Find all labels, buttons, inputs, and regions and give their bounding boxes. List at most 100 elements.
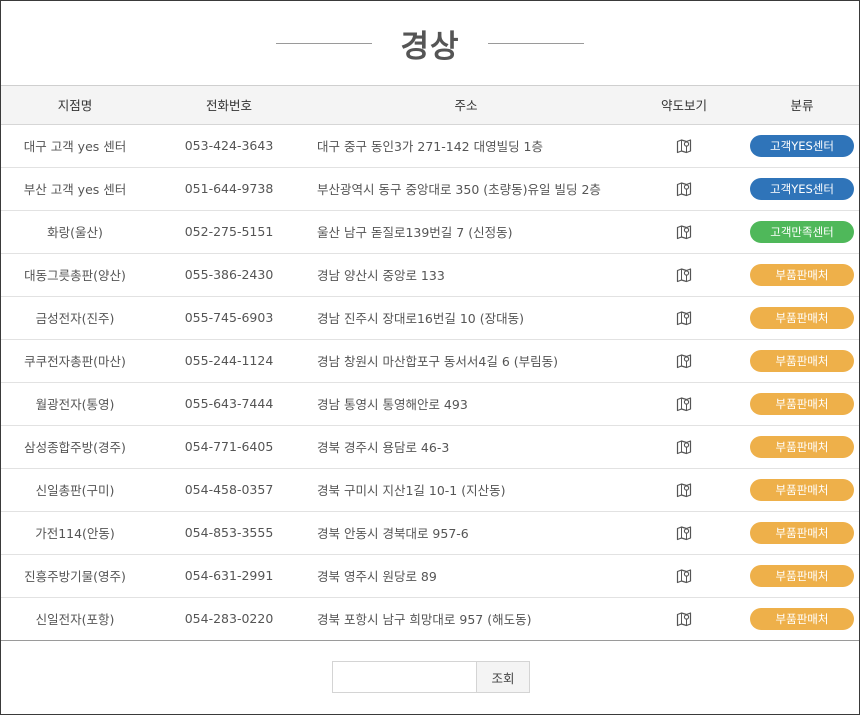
map-icon[interactable] <box>676 439 692 455</box>
table-row: 신일총판(구미) 054-458-0357 경북 구미시 지산1길 10-1 (… <box>1 468 859 512</box>
branch-address: 경북 포항시 남구 희망대로 957 (해도동) <box>309 597 623 641</box>
branch-address: 경북 경주시 용담로 46-3 <box>309 425 623 469</box>
branch-name: 부산 고객 yes 센터 <box>1 167 149 211</box>
page-frame: 경상 지점명 전화번호 주소 약도보기 분류 대구 고객 yes 센터 053-… <box>0 0 860 715</box>
column-header-map: 약도보기 <box>623 86 745 125</box>
page-header: 경상 <box>1 1 859 86</box>
category-badge: 부품판매처 <box>750 521 854 544</box>
category-cell: 부품판매처 <box>745 425 859 469</box>
category-badge: 부품판매처 <box>750 306 854 329</box>
branch-phone: 053-424-3643 <box>149 124 309 168</box>
branch-phone: 051-644-9738 <box>149 167 309 211</box>
column-header-category: 분류 <box>745 86 859 125</box>
category-cell: 부품판매처 <box>745 597 859 641</box>
category-badge: 고객YES센터 <box>750 134 854 157</box>
map-icon[interactable] <box>676 181 692 197</box>
branch-address: 경북 영주시 원당로 89 <box>309 554 623 598</box>
branch-address: 경남 양산시 중앙로 133 <box>309 253 623 297</box>
category-cell: 부품판매처 <box>745 468 859 512</box>
map-icon[interactable] <box>676 482 692 498</box>
title-divider-right <box>487 42 584 44</box>
map-icon[interactable] <box>676 396 692 412</box>
table-row: 대구 고객 yes 센터 053-424-3643 대구 중구 동인3가 271… <box>1 124 859 168</box>
title-divider-left <box>276 42 373 44</box>
map-cell <box>623 167 745 211</box>
branch-name: 화랑(울산) <box>1 210 149 254</box>
branch-phone: 054-283-0220 <box>149 597 309 641</box>
map-cell <box>623 425 745 469</box>
branch-phone: 055-745-6903 <box>149 296 309 340</box>
branch-address: 경북 안동시 경북대로 957-6 <box>309 511 623 555</box>
map-icon[interactable] <box>676 138 692 154</box>
branch-name: 신일전자(포항) <box>1 597 149 641</box>
branch-name: 대동그릇총판(양산) <box>1 253 149 297</box>
map-icon[interactable] <box>676 611 692 627</box>
map-cell <box>623 253 745 297</box>
branch-address: 대구 중구 동인3가 271-142 대영빌딩 1층 <box>309 124 623 168</box>
branch-name: 삼성종합주방(경주) <box>1 425 149 469</box>
column-header-phone: 전화번호 <box>149 86 309 125</box>
table-row: 쿠쿠전자총판(마산) 055-244-1124 경남 창원시 마산합포구 동서서… <box>1 339 859 383</box>
column-header-address: 주소 <box>309 86 623 125</box>
map-icon[interactable] <box>676 267 692 283</box>
branch-address: 부산광역시 동구 중앙대로 350 (초량동)유일 빌딩 2층 <box>309 167 623 211</box>
table-row: 월광전자(통영) 055-643-7444 경남 통영시 통영해안로 493 부… <box>1 382 859 426</box>
map-icon[interactable] <box>676 568 692 584</box>
category-cell: 부품판매처 <box>745 554 859 598</box>
branch-name: 쿠쿠전자총판(마산) <box>1 339 149 383</box>
search-button[interactable]: 조회 <box>476 661 530 693</box>
table-body: 대구 고객 yes 센터 053-424-3643 대구 중구 동인3가 271… <box>1 124 859 641</box>
map-icon[interactable] <box>676 353 692 369</box>
branch-table: 지점명 전화번호 주소 약도보기 분류 대구 고객 yes 센터 053-424… <box>1 86 859 641</box>
search-input[interactable] <box>332 661 476 693</box>
category-cell: 부품판매처 <box>745 253 859 297</box>
branch-name: 월광전자(통영) <box>1 382 149 426</box>
map-cell <box>623 597 745 641</box>
category-badge: 부품판매처 <box>750 435 854 458</box>
table-row: 대동그릇총판(양산) 055-386-2430 경남 양산시 중앙로 133 부… <box>1 253 859 297</box>
category-badge: 고객만족센터 <box>750 220 854 243</box>
table-row: 신일전자(포항) 054-283-0220 경북 포항시 남구 희망대로 957… <box>1 597 859 641</box>
map-icon[interactable] <box>676 310 692 326</box>
category-cell: 고객YES센터 <box>745 124 859 168</box>
branch-phone: 054-771-6405 <box>149 425 309 469</box>
table-row: 금성전자(진주) 055-745-6903 경남 진주시 장대로16번길 10 … <box>1 296 859 340</box>
map-cell <box>623 468 745 512</box>
category-cell: 고객만족센터 <box>745 210 859 254</box>
branch-phone: 054-853-3555 <box>149 511 309 555</box>
branch-address: 경남 창원시 마산합포구 동서서4길 6 (부림동) <box>309 339 623 383</box>
category-cell: 부품판매처 <box>745 339 859 383</box>
category-badge: 부품판매처 <box>750 263 854 286</box>
table-row: 부산 고객 yes 센터 051-644-9738 부산광역시 동구 중앙대로 … <box>1 167 859 211</box>
table-row: 화랑(울산) 052-275-5151 울산 남구 돋질로139번길 7 (신정… <box>1 210 859 254</box>
category-badge: 부품판매처 <box>750 392 854 415</box>
branch-name: 진흥주방기물(영주) <box>1 554 149 598</box>
branch-address: 경남 통영시 통영해안로 493 <box>309 382 623 426</box>
branch-name: 금성전자(진주) <box>1 296 149 340</box>
map-icon[interactable] <box>676 525 692 541</box>
category-badge: 부품판매처 <box>750 349 854 372</box>
branch-name: 대구 고객 yes 센터 <box>1 124 149 168</box>
map-cell <box>623 339 745 383</box>
map-cell <box>623 554 745 598</box>
map-icon[interactable] <box>676 224 692 240</box>
branch-phone: 055-386-2430 <box>149 253 309 297</box>
category-cell: 고객YES센터 <box>745 167 859 211</box>
table-header: 지점명 전화번호 주소 약도보기 분류 <box>1 86 859 125</box>
category-badge: 고객YES센터 <box>750 177 854 200</box>
category-badge: 부품판매처 <box>750 564 854 587</box>
map-cell <box>623 124 745 168</box>
map-cell <box>623 210 745 254</box>
search-bar: 조회 <box>1 661 859 693</box>
page-title: 경상 <box>400 28 460 65</box>
table-header-row: 지점명 전화번호 주소 약도보기 분류 <box>1 86 859 125</box>
branch-address: 울산 남구 돋질로139번길 7 (신정동) <box>309 210 623 254</box>
branch-name: 신일총판(구미) <box>1 468 149 512</box>
category-badge: 부품판매처 <box>750 478 854 501</box>
branch-address: 경남 진주시 장대로16번길 10 (장대동) <box>309 296 623 340</box>
table-row: 가전114(안동) 054-853-3555 경북 안동시 경북대로 957-6… <box>1 511 859 555</box>
category-badge: 부품판매처 <box>750 607 854 630</box>
branch-phone: 055-643-7444 <box>149 382 309 426</box>
branch-phone: 055-244-1124 <box>149 339 309 383</box>
branch-phone: 054-458-0357 <box>149 468 309 512</box>
